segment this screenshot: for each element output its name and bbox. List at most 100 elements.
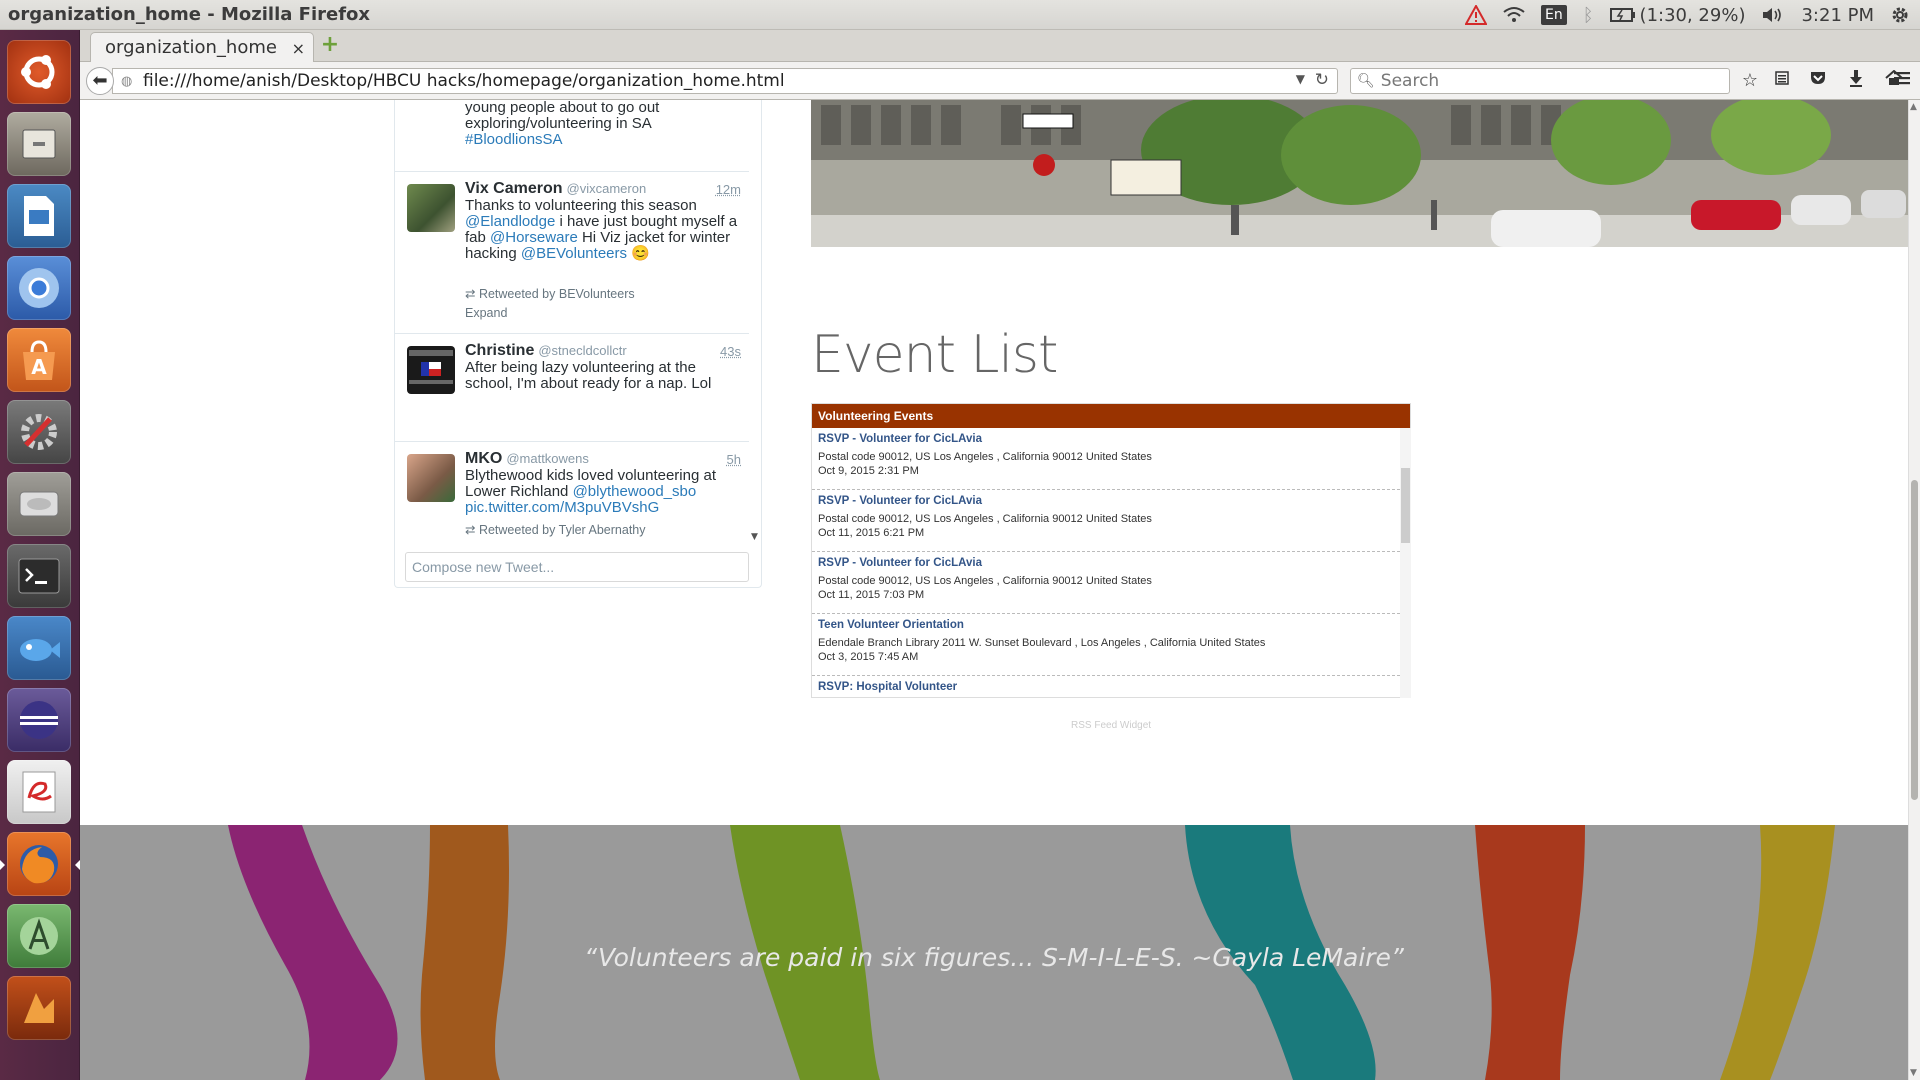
chromium-icon[interactable] (7, 256, 71, 320)
disk-drive-icon[interactable] (7, 472, 71, 536)
tweet-author-name[interactable]: Christine (465, 342, 534, 359)
site-identity-icon[interactable]: ◍ (121, 74, 137, 89)
downloads-icon[interactable] (1844, 69, 1868, 93)
event-title-link[interactable]: RSVP: Hospital Volunteer (818, 681, 1394, 693)
mention-link[interactable]: @blythewood_sbo (573, 483, 697, 500)
page-scrollbar[interactable]: ▲ ▼ (1908, 100, 1920, 1080)
event-item[interactable]: Teen Volunteer Orientation Edendale Bran… (812, 614, 1400, 676)
event-item[interactable]: RSVP - Volunteer for CicLAvia Postal cod… (812, 552, 1400, 614)
bluetooth-icon[interactable]: ᛒ (1583, 5, 1594, 26)
bookmark-star-icon[interactable]: ☆ (1738, 69, 1762, 93)
battery-indicator[interactable]: (1:30, 29%) (1609, 4, 1746, 26)
event-list-scrollbar[interactable] (1400, 428, 1411, 698)
event-item[interactable]: RSVP - Volunteer for CicLAvia Postal cod… (812, 428, 1400, 490)
keyboard-language-indicator[interactable]: En (1541, 5, 1567, 25)
warning-icon[interactable] (1465, 5, 1488, 25)
smile-emoji-icon: 😊 (631, 245, 650, 262)
hashtag-link[interactable]: #BloodlionsSA (465, 131, 563, 148)
document-viewer-icon[interactable] (7, 760, 71, 824)
event-title-link[interactable]: RSVP - Volunteer for CicLAvia (818, 557, 1394, 569)
hamburger-menu-icon[interactable] (1890, 69, 1914, 93)
tweet-author-name[interactable]: Vix Cameron (465, 180, 563, 197)
event-date: Oct 9, 2015 2:31 PM (818, 465, 919, 477)
unity-launcher: A (0, 30, 80, 1080)
tweet-list[interactable]: young people about to go out exploring/v… (395, 100, 749, 542)
scroll-down-arrow-icon[interactable]: ▼ (751, 532, 758, 542)
navigation-toolbar: ◍ file:///home/anish/Desktop/HBCU hacks/… (80, 62, 1920, 100)
tab-close-icon[interactable]: × (292, 39, 305, 58)
search-icon: 🔍︎ (1357, 73, 1375, 89)
android-studio-icon[interactable] (7, 904, 71, 968)
libreoffice-impress-icon[interactable] (7, 184, 71, 248)
rss-widget-header: Volunteering Events (812, 404, 1410, 428)
tweet-partial[interactable]: young people about to go out exploring/v… (395, 100, 749, 172)
search-input[interactable]: Search (1381, 71, 1439, 91)
tweet-vix-cameron[interactable]: Vix Cameron @vixcameron 12m Thanks to vol… (395, 172, 749, 334)
pocket-icon[interactable] (1806, 69, 1830, 93)
search-bar[interactable]: 🔍︎ Search (1350, 68, 1730, 94)
event-list-scroll-thumb[interactable] (1401, 468, 1410, 543)
event-title-link[interactable]: RSVP - Volunteer for CicLAvia (818, 433, 1394, 445)
tweet-author-handle[interactable]: @stnecldcollctr (538, 343, 626, 358)
software-center-icon[interactable]: A (7, 328, 71, 392)
top-panel: organization_home - Mozilla Firefox En ᛒ… (0, 0, 1920, 30)
back-button[interactable]: ⬅ (86, 67, 114, 95)
avatar[interactable] (407, 184, 455, 232)
event-date: Oct 11, 2015 6:21 PM (818, 527, 925, 539)
tweet-timestamp[interactable]: 43s (720, 344, 741, 359)
event-list-heading: Event List (811, 325, 1058, 385)
url-bar[interactable]: ◍ file:///home/anish/Desktop/HBCU hacks/… (112, 68, 1338, 94)
compose-tweet-input[interactable]: Compose new Tweet... (405, 552, 749, 582)
volume-icon[interactable] (1761, 6, 1785, 24)
retweeted-by: ⇄ Retweeted by BEVolunteers (465, 287, 635, 301)
rss-widget-credit[interactable]: RSS Feed Widget (1071, 720, 1151, 731)
pic-link[interactable]: pic.twitter.com/M3puVBVshG (465, 499, 659, 516)
event-date: Oct 11, 2015 7:03 PM (818, 589, 925, 601)
event-location: Postal code 90012, US Los Angeles , Cali… (818, 451, 1152, 463)
tweet-list-scrollbar[interactable]: ▼ (749, 100, 761, 542)
event-title-link[interactable]: Teen Volunteer Orientation (818, 619, 1394, 631)
tweet-timestamp[interactable]: 12m (716, 182, 741, 197)
event-item[interactable]: RSVP - Volunteer for CicLAvia Postal cod… (812, 490, 1400, 552)
files-icon[interactable] (7, 112, 71, 176)
url-history-dropdown-icon[interactable]: ▼ (1296, 72, 1305, 86)
expand-link[interactable]: Expand (465, 306, 507, 320)
tweet-author-handle[interactable]: @vixcameron (567, 181, 647, 196)
terminal-icon[interactable] (7, 544, 71, 608)
mention-link[interactable]: @BEVolunteers (521, 245, 627, 262)
rss-feed-widget: Volunteering Events RSVP - Volunteer for… (811, 403, 1411, 698)
tweet-christine[interactable]: Christine @stnecldcollctr 43s After being… (395, 334, 749, 442)
eclipse-icon[interactable] (7, 688, 71, 752)
mention-link[interactable]: @Horseware (490, 229, 578, 246)
page-viewport: young people about to go out exploring/v… (80, 100, 1908, 1080)
bookmarks-list-icon[interactable] (1770, 69, 1794, 93)
firefox-icon[interactable] (0, 832, 80, 896)
other-app-icon[interactable] (7, 976, 71, 1040)
avatar[interactable] (407, 454, 455, 502)
scroll-up-arrow-icon[interactable]: ▲ (1910, 102, 1917, 112)
new-tab-plus-icon[interactable]: + (318, 34, 342, 58)
page-scroll-thumb[interactable] (1911, 480, 1918, 800)
ubuntu-dash-icon[interactable] (7, 40, 71, 104)
clock[interactable]: 3:21 PM (1801, 5, 1874, 26)
scroll-down-arrow-icon[interactable]: ▼ (1910, 1068, 1917, 1078)
event-items[interactable]: RSVP - Volunteer for CicLAvia Postal cod… (812, 428, 1400, 698)
event-title-link[interactable]: RSVP - Volunteer for CicLAvia (818, 495, 1394, 507)
tweet-text: young people about to go out exploring/v… (465, 100, 660, 148)
event-location: Edendale Branch Library 2011 W. Sunset B… (818, 637, 1266, 649)
tweet-mko[interactable]: MKO @mattkowens 5h Blythewood kids loved … (395, 442, 749, 542)
settings-gear-icon[interactable] (1890, 5, 1910, 25)
tweet-author-name[interactable]: MKO (465, 450, 502, 467)
mention-link[interactable]: @Elandlodge (465, 213, 555, 230)
tweet-timestamp[interactable]: 5h (727, 452, 741, 467)
reload-icon[interactable]: ↻ (1315, 70, 1329, 90)
system-settings-icon[interactable] (7, 400, 71, 464)
battery-text: (1:30, 29%) (1639, 4, 1746, 26)
avatar[interactable] (407, 346, 455, 394)
tweet-author-handle[interactable]: @mattkowens (506, 451, 589, 466)
wifi-icon[interactable] (1503, 6, 1525, 24)
event-item[interactable]: RSVP: Hospital Volunteer (812, 676, 1400, 698)
url-text[interactable]: file:///home/anish/Desktop/HBCU hacks/ho… (143, 71, 785, 91)
tab-organization-home[interactable]: organization_home × (90, 32, 314, 62)
mail-client-icon[interactable] (7, 616, 71, 680)
